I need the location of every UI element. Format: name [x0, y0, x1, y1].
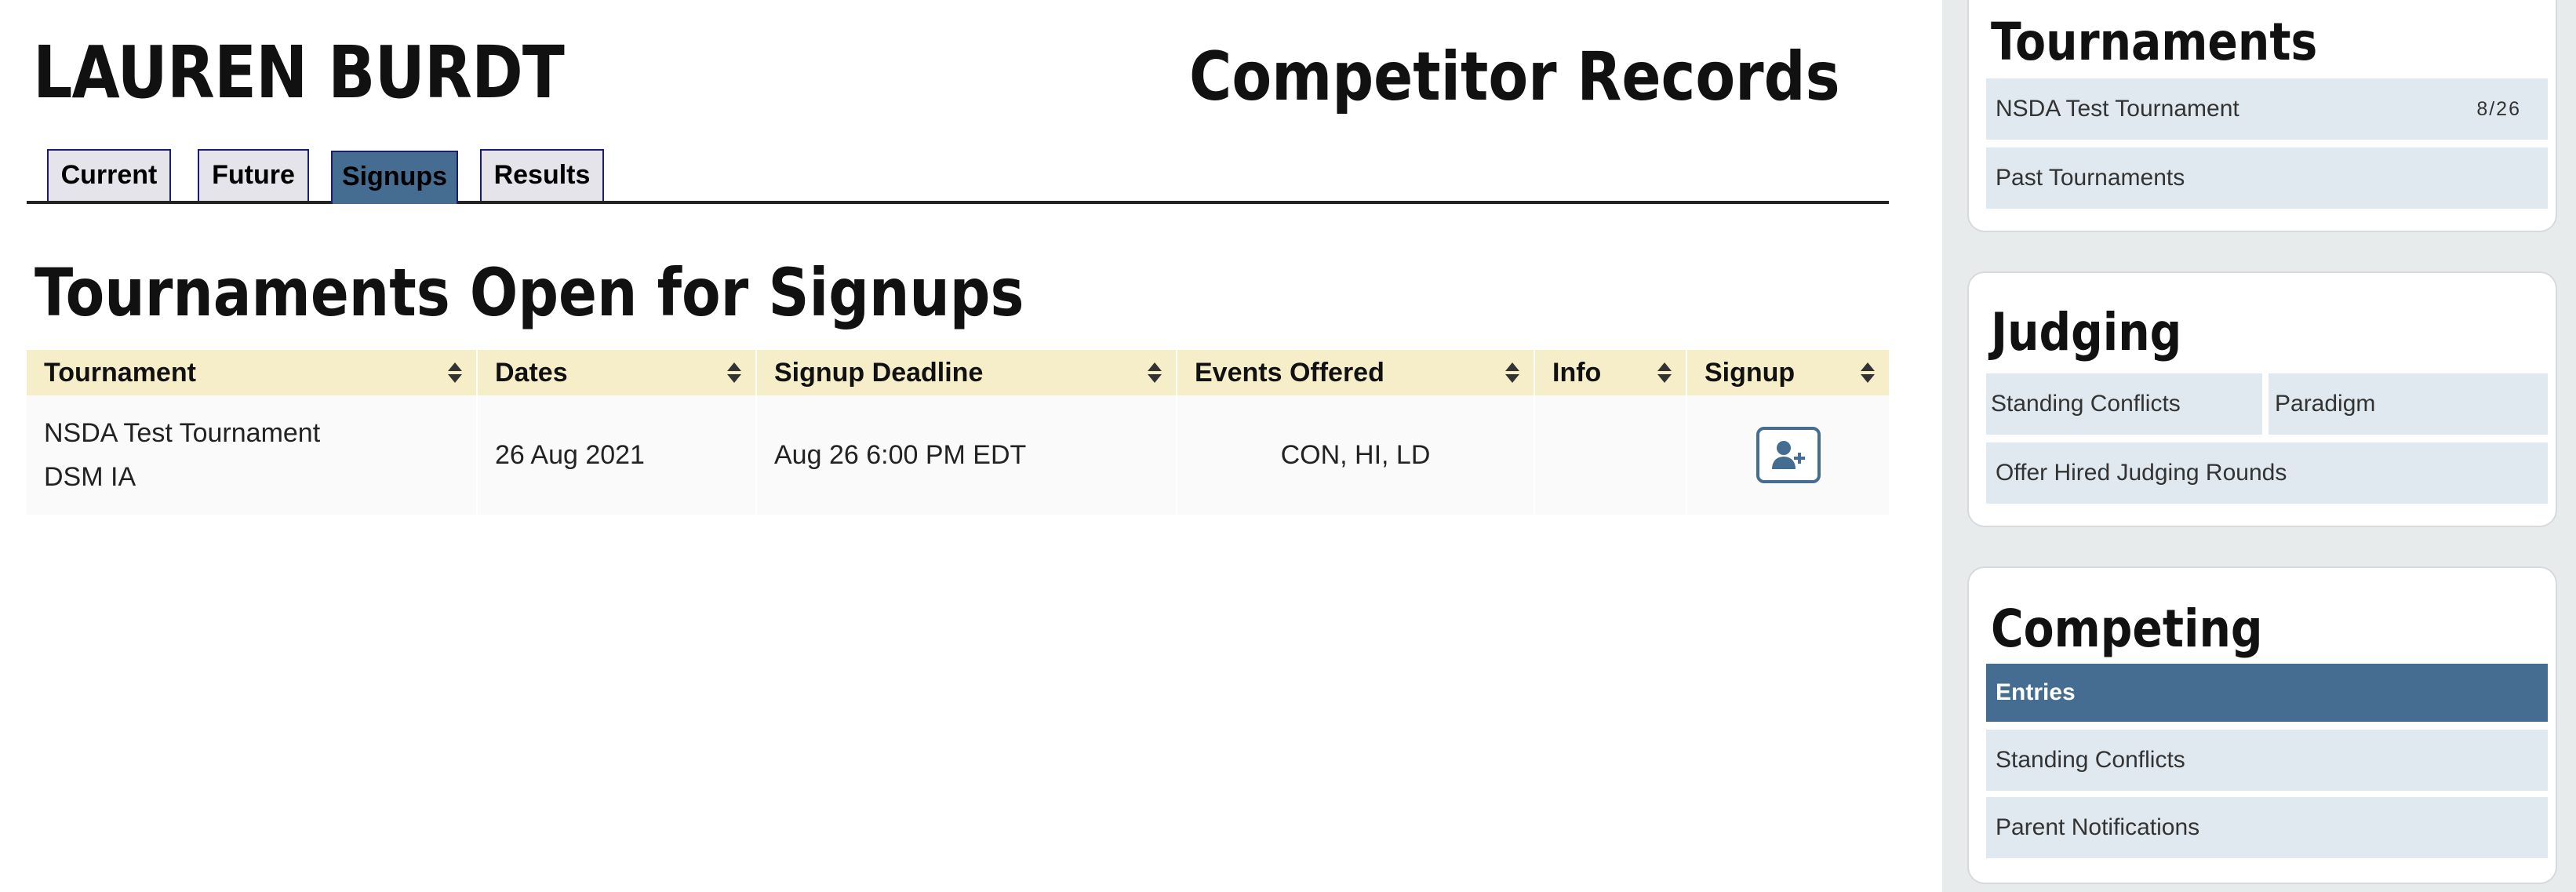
sidebar-link-entries[interactable]: Entries — [1986, 664, 2548, 722]
section-title: Tournaments Open for Signups — [35, 254, 1024, 331]
sort-icon — [727, 362, 741, 384]
column-label: Dates — [495, 357, 568, 388]
signup-button[interactable] — [1756, 427, 1821, 483]
tab-bar: Current Future Signups Results — [27, 147, 1889, 204]
sort-icon — [448, 362, 462, 384]
tab-label: Current — [60, 160, 158, 190]
tournament-name: NSDA Test Tournament — [44, 418, 321, 448]
judging-card: Judging Standing Conflicts Paradigm Offe… — [1967, 271, 2557, 527]
dates-cell: 26 Aug 2021 — [477, 395, 757, 515]
user-plus-icon — [1771, 441, 1805, 469]
sort-icon — [1148, 362, 1162, 384]
tab-label: Results — [493, 160, 591, 190]
sort-icon — [1657, 362, 1672, 384]
page-header: LAUREN BURDT Competitor Records — [0, 0, 1942, 141]
tab-results[interactable]: Results — [480, 149, 604, 201]
column-label: Info — [1552, 357, 1602, 388]
column-label: Signup — [1705, 357, 1796, 388]
column-label: Tournament — [44, 357, 196, 388]
sidebar-link-label: Standing Conflicts — [1996, 747, 2185, 773]
sidebar-link-label: NSDA Test Tournament — [1996, 96, 2239, 122]
column-header-signup[interactable]: Signup — [1686, 350, 1889, 395]
tab-label: Signups — [341, 162, 448, 191]
sidebar-link-competing-standing-conflicts[interactable]: Standing Conflicts — [1986, 730, 2548, 791]
column-header-info[interactable]: Info — [1534, 350, 1687, 395]
page-title: Competitor Records — [1189, 38, 1840, 116]
column-label: Signup Deadline — [774, 357, 984, 388]
column-header-events[interactable]: Events Offered — [1177, 350, 1535, 395]
column-header-deadline[interactable]: Signup Deadline — [756, 350, 1177, 395]
competing-card: Competing Entries Standing Conflicts Par… — [1967, 566, 2557, 884]
competing-card-title: Competing — [1991, 599, 2263, 659]
sidebar-link-label: Standing Conflicts — [1991, 391, 2181, 417]
sidebar-link-label: Past Tournaments — [1996, 165, 2185, 191]
sort-icon — [1861, 362, 1875, 384]
sidebar-link-label: Entries — [1996, 679, 2076, 705]
sidebar-link-label: Offer Hired Judging Rounds — [1996, 460, 2287, 486]
tournament-count: 8/26 — [2476, 98, 2521, 120]
tab-current[interactable]: Current — [47, 149, 171, 201]
sidebar-link-label: Parent Notifications — [1996, 814, 2200, 840]
main-content: LAUREN BURDT Competitor Records Current … — [0, 0, 1942, 892]
table-row: NSDA Test Tournament DSM IA 26 Aug 2021 … — [27, 395, 1889, 515]
deadline-cell: Aug 26 6:00 PM EDT — [756, 395, 1177, 515]
tab-signups[interactable]: Signups — [331, 151, 458, 204]
person-name: LAUREN BURDT — [33, 31, 565, 115]
judging-card-title: Judging — [1991, 302, 2182, 362]
sort-icon — [1505, 362, 1519, 384]
sidebar-link-paradigm[interactable]: Paradigm — [2269, 373, 2548, 435]
sidebar-link-past-tournaments[interactable]: Past Tournaments — [1986, 147, 2548, 209]
sidebar-link-judging-standing-conflicts[interactable]: Standing Conflicts — [1986, 373, 2262, 435]
sidebar-link-offer-hired-judging[interactable]: Offer Hired Judging Rounds — [1986, 442, 2548, 504]
tournament-cell: NSDA Test Tournament DSM IA — [27, 395, 478, 515]
signups-table: Tournament Dates Signup Deadline Events … — [27, 350, 1889, 515]
events-cell: CON, HI, LD — [1177, 395, 1535, 515]
column-label: Events Offered — [1195, 357, 1384, 388]
tab-label: Future — [212, 160, 295, 190]
tab-future[interactable]: Future — [198, 149, 309, 201]
tournaments-card: Tournaments NSDA Test Tournament 8/26 Pa… — [1967, 0, 2557, 232]
sidebar-link-parent-notifications[interactable]: Parent Notifications — [1986, 797, 2548, 858]
table-header-row: Tournament Dates Signup Deadline Events … — [27, 350, 1889, 395]
sidebar: Tournaments NSDA Test Tournament 8/26 Pa… — [1942, 0, 2576, 892]
tournament-location: DSM IA — [44, 462, 136, 492]
info-cell — [1534, 395, 1687, 515]
column-header-dates[interactable]: Dates — [477, 350, 757, 395]
tournaments-card-title: Tournaments — [1991, 12, 2318, 72]
signup-cell — [1686, 395, 1889, 515]
sidebar-link-nsda-test-tournament[interactable]: NSDA Test Tournament 8/26 — [1986, 78, 2548, 140]
column-header-tournament[interactable]: Tournament — [27, 350, 478, 395]
sidebar-link-label: Paradigm — [2275, 391, 2376, 417]
